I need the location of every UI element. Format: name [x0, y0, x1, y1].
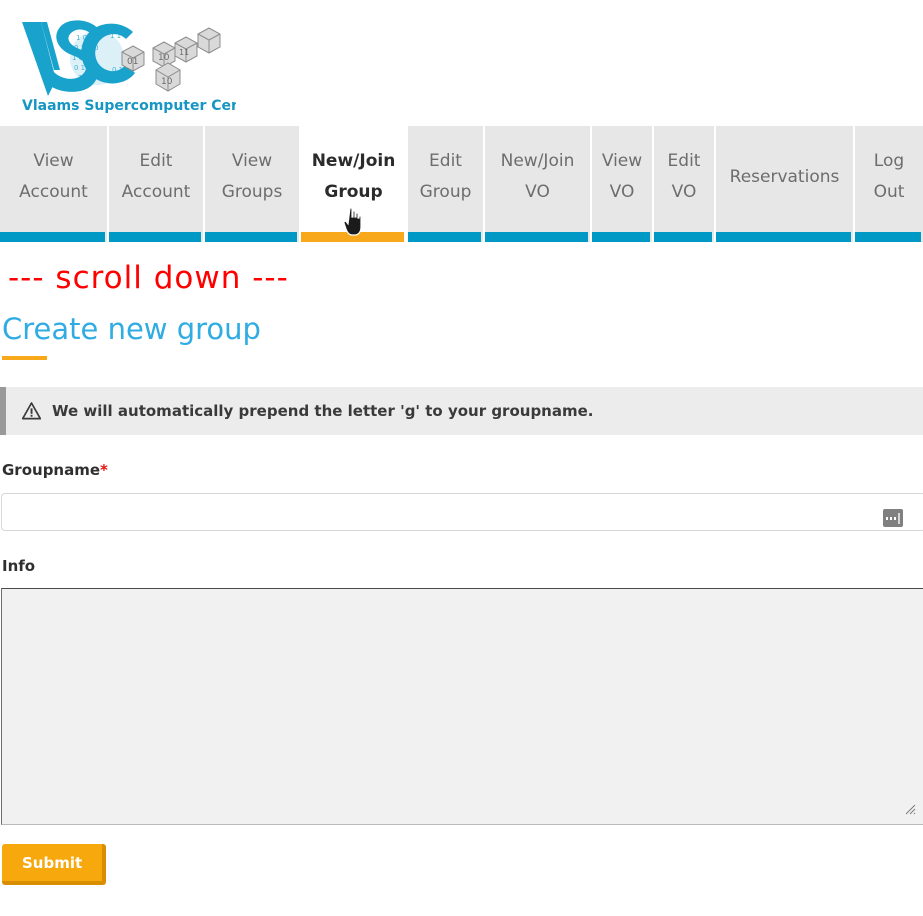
- tab-label-line2: Account: [19, 182, 88, 202]
- tab-label-line1: Edit: [139, 151, 173, 171]
- tab-log-out[interactable]: Log Out: [855, 126, 923, 242]
- tab-label-line2: VO: [609, 182, 635, 202]
- tab-edit-account[interactable]: Edit Account: [109, 126, 205, 242]
- tab-new-join-group[interactable]: New/Join Group: [301, 126, 408, 242]
- tab-label-line2: Groups: [221, 182, 283, 202]
- tab-reservations[interactable]: Reservations: [716, 126, 855, 242]
- svg-text:10: 10: [158, 53, 170, 63]
- tab-view-vo[interactable]: View VO: [592, 126, 654, 242]
- tab-label-line2: Group: [324, 182, 383, 202]
- password-manager-icon[interactable]: [883, 509, 903, 527]
- info-label: Info: [2, 557, 36, 575]
- tab-label-line1: Edit: [429, 151, 462, 171]
- submit-button[interactable]: Submit: [2, 844, 107, 885]
- tab-label-line2: VO: [525, 182, 550, 202]
- tab-label-line1: New/Join: [500, 151, 575, 171]
- tab-label-line1: Edit: [667, 151, 701, 171]
- groupname-input-wrap: [0, 493, 923, 531]
- tab-view-groups[interactable]: View Groups: [205, 126, 301, 242]
- info-textarea-wrap: [0, 588, 923, 825]
- tab-label-line2: VO: [671, 182, 697, 202]
- tab-label-line1: New/Join: [311, 151, 396, 171]
- groupname-label: Groupname*: [2, 461, 923, 479]
- tab-label-line1: Log: [873, 151, 905, 171]
- tab-label-line1: Reservations: [729, 166, 840, 187]
- groupname-prefix-alert: We will automatically prepend the letter…: [0, 387, 923, 435]
- page-content: --- scroll down --- Create new group We …: [0, 242, 923, 885]
- tab-view-account[interactable]: View Account: [0, 126, 109, 242]
- main-navigation-tabs: View Account Edit Account View Groups Ne…: [0, 126, 923, 242]
- tab-label-line1: View: [231, 151, 273, 171]
- site-header: 1 0 1 0 0 1 1 0 1 0 0 1 0 1 0 1 1 0 1 0 …: [0, 0, 923, 126]
- page-title: Create new group: [2, 312, 261, 346]
- groupname-label-text: Groupname: [2, 461, 101, 479]
- tab-edit-group[interactable]: Edit Group: [408, 126, 485, 242]
- svg-text:01: 01: [127, 57, 138, 67]
- tab-new-join-vo[interactable]: New/Join VO: [485, 126, 592, 242]
- alert-message: We will automatically prepend the letter…: [52, 402, 594, 420]
- svg-text:11: 11: [179, 48, 189, 57]
- svg-text:10: 10: [161, 77, 173, 87]
- info-textarea[interactable]: [1, 588, 923, 825]
- title-underline-rule: [2, 356, 47, 360]
- warning-triangle-icon: [22, 402, 41, 420]
- logo-tagline: Vlaams Supercomputer Centrum: [22, 98, 236, 114]
- tab-label-line2: Group: [419, 182, 472, 202]
- tab-label-line2: Account: [121, 182, 191, 202]
- vsc-logo[interactable]: 1 0 1 0 0 1 1 0 1 0 0 1 0 1 0 1 1 0 1 0 …: [14, 8, 236, 116]
- required-asterisk: *: [100, 461, 108, 479]
- scroll-down-hint: --- scroll down ---: [8, 260, 289, 296]
- tab-label-line2: Out: [873, 182, 905, 202]
- groupname-input[interactable]: [1, 493, 923, 531]
- submit-row: Submit: [0, 825, 923, 885]
- tab-label-line1: View: [601, 151, 643, 171]
- tab-edit-vo[interactable]: Edit VO: [654, 126, 716, 242]
- tab-label-line1: View: [33, 151, 74, 171]
